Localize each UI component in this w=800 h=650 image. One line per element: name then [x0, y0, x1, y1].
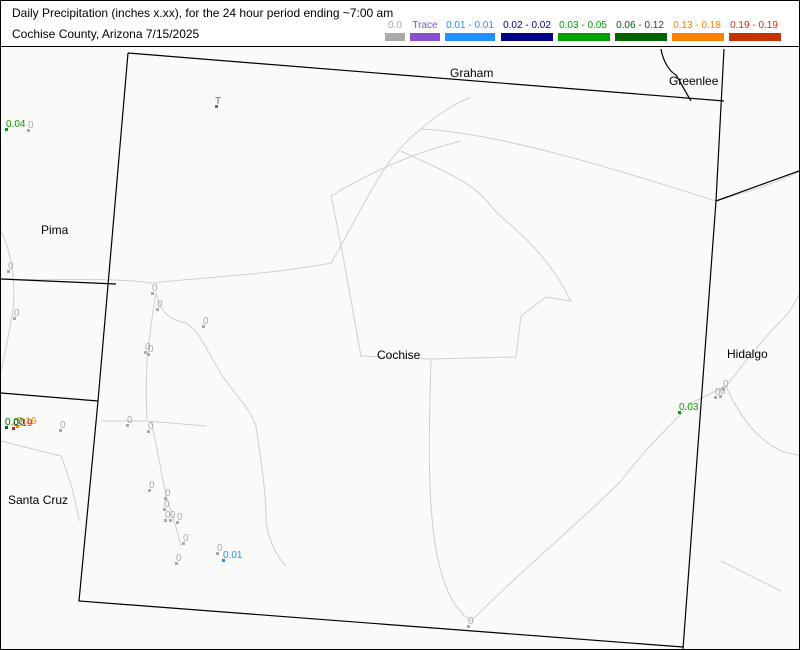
svg-text:0: 0 [176, 553, 182, 564]
svg-text:T: T [215, 96, 221, 107]
svg-text:0: 0 [149, 480, 155, 491]
station: T [215, 96, 221, 108]
map-subtitle: Cochise County, Arizona 7/15/2025 [12, 27, 200, 41]
map-title: Daily Precipitation (inches x.xx), for t… [12, 6, 394, 20]
legend-label-trace: Trace [412, 20, 438, 31]
station: 0 [147, 421, 154, 433]
legend-swatch-003-005 [558, 33, 610, 41]
legend-swatch-019 [729, 33, 781, 41]
legend-label-002: 0.02 - 0.02 [503, 20, 551, 31]
svg-text:0: 0 [152, 283, 158, 294]
station: 0 [147, 344, 154, 356]
svg-text:0: 0 [203, 316, 209, 327]
svg-text:0: 0 [183, 533, 189, 544]
station: 0 [202, 316, 209, 328]
svg-text:0: 0 [14, 308, 20, 319]
station: 0.04 [5, 119, 26, 131]
station: 0 [13, 308, 20, 320]
map-header: Daily Precipitation (inches x.xx), for t… [1, 1, 799, 47]
county-label-hidalgo: Hidalgo [727, 347, 768, 361]
svg-text:0: 0 [8, 261, 14, 272]
svg-text:0: 0 [723, 379, 729, 390]
svg-text:0: 0 [164, 499, 170, 510]
station: 0 [156, 299, 163, 311]
station: 0 [148, 480, 155, 492]
legend-label-003-005: 0.03 - 0.05 [559, 20, 607, 31]
legend-swatch-013-018 [672, 33, 724, 41]
station: 0 [169, 510, 176, 522]
station: 0 [7, 261, 14, 273]
station: 0 [216, 543, 223, 555]
svg-text:0.04: 0.04 [6, 119, 26, 130]
station: 0 [175, 553, 182, 565]
county-label-cochise: Cochise [377, 348, 421, 362]
svg-text:0: 0 [148, 421, 154, 432]
map-frame: Daily Precipitation (inches x.xx), for t… [0, 0, 800, 650]
svg-text:0: 0 [60, 420, 66, 431]
legend-label-001: 0.01 - 0.01 [446, 20, 494, 31]
legend-swatch-006-012 [615, 33, 667, 41]
svg-text:0.03: 0.03 [679, 402, 699, 413]
legend-swatch-002 [501, 33, 553, 41]
station: 0 [176, 512, 183, 524]
svg-text:0: 0 [157, 299, 163, 310]
svg-text:0: 0 [468, 616, 474, 627]
svg-text:0.01: 0.01 [223, 550, 243, 561]
svg-text:0: 0 [28, 120, 34, 131]
county-label-pima: Pima [41, 223, 69, 237]
station: 0 [59, 420, 66, 432]
svg-text:0: 0 [177, 512, 183, 523]
station: 0 [126, 415, 133, 427]
county-label-santa-cruz: Santa Cruz [8, 493, 68, 507]
station: 0 [27, 120, 34, 132]
svg-text:0: 0 [170, 510, 176, 521]
legend-label-019: 0.19 - 0.19 [730, 20, 778, 31]
station: 0 [182, 533, 189, 545]
legend-swatch-zero [385, 33, 405, 41]
county-label-graham: Graham [450, 66, 493, 80]
station: 0.03 [678, 402, 699, 414]
station: 0 [151, 283, 158, 295]
station: 0.00 [5, 417, 25, 429]
station: 0.01 [222, 550, 243, 562]
svg-text:0: 0 [165, 488, 171, 499]
legend-swatch-001 [445, 33, 495, 41]
station: 0 [722, 379, 729, 391]
station: 0 [467, 616, 474, 628]
svg-text:0: 0 [148, 344, 154, 355]
svg-text:0.00: 0.00 [5, 417, 25, 428]
legend-label-013-018: 0.13 - 0.18 [673, 20, 721, 31]
legend-label-006-012: 0.06 - 0.12 [616, 20, 664, 31]
county-label-greenlee: Greenlee [669, 74, 719, 88]
svg-text:0: 0 [127, 415, 133, 426]
legend-swatch-trace [410, 33, 440, 41]
precipitation-map: Graham Greenlee Pima Cochise Hidalgo San… [1, 48, 799, 649]
